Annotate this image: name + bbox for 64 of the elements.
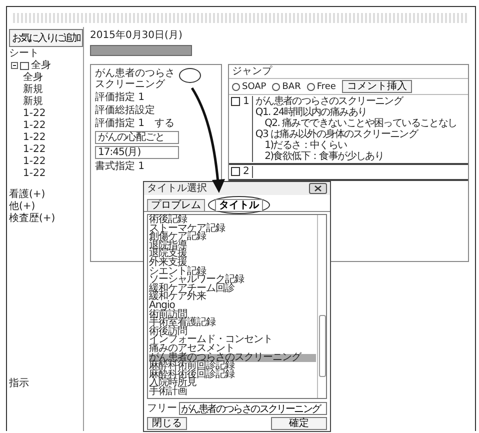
note-line: Q1. 24時間以内の痛みあり [255, 107, 368, 118]
annotation-circle [179, 68, 201, 83]
close-button[interactable]: 閉じる [147, 417, 187, 430]
list-item[interactable]: 麻酔科術前回診記録 [149, 362, 316, 371]
list-item[interactable]: 麻酔科術後回診記録 [149, 370, 316, 380]
folder-icon [20, 62, 29, 70]
list-item[interactable]: 痛みのアセスメント [149, 344, 316, 354]
field-label: 評価指定 1 [95, 92, 146, 103]
annotation-circle [208, 196, 270, 214]
note-line: Q3 は痛み以外の身体のスクリーニング [255, 129, 420, 140]
free-input[interactable]: がん患者のつらさのスクリーニング [179, 402, 327, 415]
close-icon[interactable] [309, 183, 327, 194]
tree-item[interactable]: 全身 [23, 72, 43, 83]
sheet-label: シート [9, 48, 40, 59]
field-label: 評価総括設定 [95, 105, 156, 116]
mode-radio[interactable]: BAR [272, 82, 301, 92]
list-item[interactable]: 退院指導 [149, 242, 316, 250]
list-item[interactable]: 創傷ケア記録 [149, 233, 316, 242]
tree-item[interactable]: 1-22 [23, 168, 46, 179]
confirm-button[interactable]: 確定 [271, 417, 327, 430]
date-label: 2015年0月30日(月) [90, 30, 184, 41]
tree-item[interactable]: 1-22 [23, 120, 46, 131]
form-title: がん患者のつらさスクリーニング [95, 68, 176, 90]
radio-icon[interactable] [232, 82, 240, 90]
section-label[interactable]: 検査歴(+) [9, 213, 81, 224]
list-item[interactable]: 入院時所見 [149, 379, 316, 388]
note-line: 1)だるさ：中くらい [264, 140, 347, 151]
checkbox[interactable] [231, 97, 240, 106]
mode-radio[interactable]: Free [306, 82, 336, 92]
input-field[interactable]: がんの心配ごと [95, 131, 179, 144]
jump-label: ジャンプ [232, 66, 272, 77]
radio-icon[interactable] [272, 82, 280, 90]
footer-label: 指示 [9, 378, 30, 389]
list-item[interactable]: 手術計画 [149, 388, 316, 396]
note-line: 2)食欲低下：食事が少しあり [264, 151, 385, 162]
section-label[interactable]: 他(+) [9, 201, 81, 212]
field-label: 評価指定 1 する [95, 118, 176, 129]
tree-item[interactable]: 新規 [23, 84, 43, 95]
section-label[interactable]: 看護(+) [9, 189, 81, 200]
entry-number: 1 [243, 96, 250, 109]
radio-icon[interactable] [306, 82, 315, 90]
note-line: Q2. 痛みでできないことや困っていることなし [264, 118, 457, 129]
list-item[interactable]: インフォームド・コンセント [149, 336, 316, 345]
expand-toggle-icon[interactable] [11, 62, 18, 69]
list-item[interactable]: 緩和ケア外来 [149, 293, 316, 302]
tree-item[interactable]: 1-22 [23, 156, 46, 167]
free-label: フリー [147, 403, 177, 414]
scrollbar[interactable] [317, 215, 326, 398]
entry-number: 2 [243, 166, 250, 178]
insert-comment-button[interactable]: コメント挿入 [342, 80, 412, 93]
tree-item[interactable]: 全身 [31, 60, 51, 71]
checkbox[interactable] [231, 167, 240, 176]
tree-item[interactable]: 新規 [23, 96, 43, 107]
note-line: がん患者のつらさのスクリーニング [255, 96, 404, 107]
dialog-tab[interactable]: タイトル [215, 199, 263, 211]
mode-radio[interactable]: SOAP [232, 82, 266, 92]
tree-item[interactable]: 1-22 [23, 108, 46, 119]
tree-item[interactable]: 1-22 [23, 132, 46, 143]
input-field[interactable]: 17:45(月) [95, 146, 179, 159]
tree-item[interactable]: 1-22 [23, 144, 46, 155]
field-label: 書式指定 1 [95, 161, 146, 172]
add-favorite-button[interactable]: お気に入りに追加 [9, 29, 83, 47]
dialog-title: タイトル選択 [147, 183, 207, 194]
dialog-tab[interactable]: プロブレム [147, 199, 205, 211]
